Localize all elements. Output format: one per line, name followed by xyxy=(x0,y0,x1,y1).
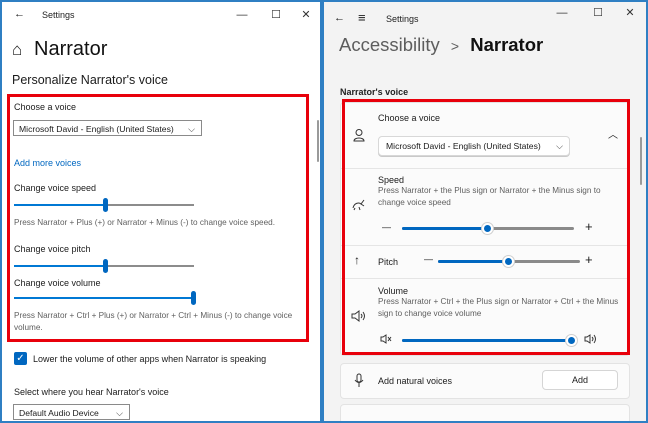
section-title: Personalize Narrator's voice xyxy=(12,73,168,87)
lower-volume-label: Lower the volume of other apps when Narr… xyxy=(33,354,267,364)
output-device-select[interactable]: Default Audio Device ⌵ xyxy=(13,404,130,420)
back-icon[interactable]: ← xyxy=(334,12,345,24)
highlight-box xyxy=(7,94,309,342)
window-title: Settings xyxy=(386,14,419,24)
close-icon[interactable]: ✕ xyxy=(296,6,316,24)
breadcrumb-current: Narrator xyxy=(470,34,544,55)
breadcrumb-accessibility[interactable]: Accessibility xyxy=(339,34,440,55)
output-label: Select where you hear Narrator's voice xyxy=(14,387,169,397)
back-icon[interactable]: ← xyxy=(14,8,25,20)
section-title: Narrator's voice xyxy=(340,87,409,97)
maximize-icon[interactable]: ☐ xyxy=(266,6,286,24)
breadcrumb-separator: > xyxy=(450,38,460,54)
title-bar: ← ≡ Settings — ☐ ✕ xyxy=(324,2,646,30)
settings-window-right: ← ≡ Settings — ☐ ✕ Accessibility > Narra… xyxy=(324,2,646,421)
microphone-icon xyxy=(354,373,364,387)
scrollbar-thumb[interactable] xyxy=(317,120,319,162)
add-natural-voices-button[interactable]: Add xyxy=(542,370,618,390)
minimize-icon[interactable]: — xyxy=(232,6,252,24)
page-title: Narrator xyxy=(34,38,108,60)
lower-volume-checkbox[interactable]: ✓ xyxy=(14,352,27,365)
window-title: Settings xyxy=(42,10,75,20)
title-bar: ← Settings — ☐ ✕ xyxy=(2,2,320,30)
minimize-icon[interactable]: — xyxy=(552,4,572,22)
breadcrumb: Accessibility > Narrator xyxy=(339,34,543,56)
output-device-value: Default Audio Device xyxy=(19,408,99,418)
menu-icon[interactable]: ≡ xyxy=(358,10,366,25)
settings-window-left: ← Settings — ☐ ✕ ⌂ Narrator Personalize … xyxy=(2,2,320,421)
natural-voices-label: Add natural voices xyxy=(378,376,453,386)
chevron-down-icon: ⌵ xyxy=(116,408,123,418)
next-settings-card xyxy=(340,404,630,421)
scrollbar-thumb[interactable] xyxy=(640,137,642,185)
maximize-icon[interactable]: ☐ xyxy=(588,4,608,22)
close-icon[interactable]: ✕ xyxy=(620,4,640,22)
highlight-box xyxy=(342,99,630,355)
home-icon: ⌂ xyxy=(12,40,23,59)
